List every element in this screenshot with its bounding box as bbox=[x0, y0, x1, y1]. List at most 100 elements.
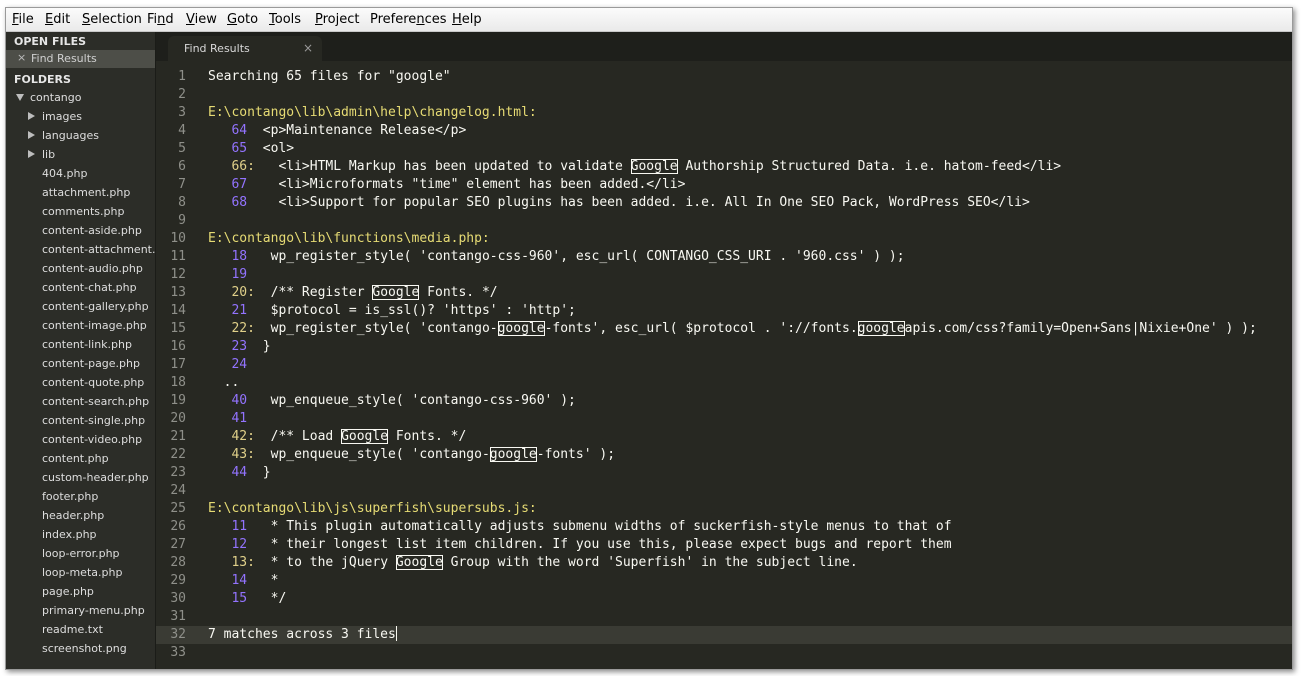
editor-line[interactable]: 11 18 wp_register_style( 'contango-css-9… bbox=[156, 248, 1292, 266]
file-item[interactable]: content-chat.php bbox=[42, 278, 137, 297]
editor-line[interactable]: 2 bbox=[156, 86, 1292, 104]
file-item[interactable]: primary-menu.php bbox=[42, 601, 145, 620]
search-match: Google bbox=[372, 285, 420, 300]
editor-line[interactable]: 25 E:\contango\lib\js\superfish\supersubs… bbox=[156, 500, 1292, 518]
file-item[interactable]: content-single.php bbox=[42, 411, 145, 430]
file-path[interactable]: E:\contango\lib\functions\media.php: bbox=[208, 231, 490, 246]
menu-view[interactable]: View bbox=[186, 11, 217, 28]
close-icon[interactable]: × bbox=[17, 51, 26, 64]
file-item[interactable]: content-image.php bbox=[42, 316, 147, 335]
editor-line[interactable]: 12 19 bbox=[156, 266, 1292, 284]
folder-label: lib bbox=[42, 148, 56, 161]
file-item[interactable]: content-page.php bbox=[42, 354, 140, 373]
menu-selection[interactable]: Selection bbox=[82, 11, 142, 28]
editor-line[interactable]: 9 bbox=[156, 212, 1292, 230]
code-editor[interactable]: 1 Searching 65 files for "google" 2 3 E:\con… bbox=[156, 61, 1292, 669]
editor-line[interactable]: 16 23 } bbox=[156, 338, 1292, 356]
code-text: Fonts. */ bbox=[388, 429, 467, 444]
chevron-right-icon[interactable] bbox=[28, 112, 35, 120]
line-content: 7 matches across 3 files bbox=[208, 626, 397, 644]
editor-line[interactable]: 19 40 wp_enqueue_style( 'contango-css-96… bbox=[156, 392, 1292, 410]
editor-line[interactable]: 14 21 $protocol = is_ssl()? 'https' : 'h… bbox=[156, 302, 1292, 320]
editor-line[interactable]: 8 68 <li>Support for popular SEO plugins… bbox=[156, 194, 1292, 212]
file-item[interactable]: content-audio.php bbox=[42, 259, 143, 278]
editor-line[interactable]: 20 41 bbox=[156, 410, 1292, 428]
editor-line[interactable]: 1 Searching 65 files for "google" bbox=[156, 68, 1292, 86]
menu-help[interactable]: Help bbox=[452, 11, 482, 28]
editor-line[interactable]: 31 bbox=[156, 608, 1292, 626]
line-content: Searching 65 files for "google" bbox=[208, 68, 451, 86]
file-item[interactable]: 404.php bbox=[42, 164, 87, 183]
file-item[interactable]: content-gallery.php bbox=[42, 297, 149, 316]
open-files-header: OPEN FILES bbox=[14, 35, 87, 48]
editor-line[interactable]: 13 20: /** Register Google Fonts. */ bbox=[156, 284, 1292, 302]
folders-header: FOLDERS bbox=[14, 73, 71, 86]
file-item[interactable]: content-aside.php bbox=[42, 221, 142, 240]
file-item[interactable]: content-quote.php bbox=[42, 373, 144, 392]
editor-line[interactable]: 5 65 <ol> bbox=[156, 140, 1292, 158]
menu-preferences[interactable]: Preferences bbox=[370, 11, 446, 28]
line-content: 40 wp_enqueue_style( 'contango-css-960' … bbox=[208, 392, 575, 410]
tab-find-results[interactable]: Find Results × bbox=[168, 36, 322, 61]
file-item[interactable]: content.php bbox=[42, 449, 109, 468]
editor-line[interactable]: 22 43: wp_enqueue_style( 'contango-googl… bbox=[156, 446, 1292, 464]
code-text: wp_enqueue_style( 'contango- bbox=[254, 447, 490, 462]
menu-project[interactable]: Project bbox=[315, 11, 360, 28]
editor-line[interactable]: 30 15 */ bbox=[156, 590, 1292, 608]
editor-line[interactable]: 24 bbox=[156, 482, 1292, 500]
file-item[interactable]: content-attachment.php bbox=[42, 240, 155, 259]
menu-edit[interactable]: Edit bbox=[45, 11, 70, 28]
editor-line[interactable]: 7 67 <li>Microformats "time" element has… bbox=[156, 176, 1292, 194]
match-line-number: 20: bbox=[208, 285, 255, 300]
editor-line[interactable]: 17 24 bbox=[156, 356, 1292, 374]
file-item[interactable]: loop-error.php bbox=[42, 544, 120, 563]
file-item[interactable]: content-video.php bbox=[42, 430, 142, 449]
file-path[interactable]: E:\contango\lib\admin\help\changelog.htm… bbox=[208, 105, 537, 120]
editor-line[interactable]: 28 13: * to the jQuery Google Group with… bbox=[156, 554, 1292, 572]
folder-lib[interactable]: lib bbox=[6, 145, 155, 164]
file-item[interactable]: footer.php bbox=[42, 487, 98, 506]
file-item[interactable]: index.php bbox=[42, 525, 97, 544]
file-item[interactable]: attachment.php bbox=[42, 183, 130, 202]
line-content: 23 } bbox=[208, 338, 270, 356]
file-item[interactable]: loop-meta.php bbox=[42, 563, 122, 582]
file-item[interactable]: comments.php bbox=[42, 202, 124, 221]
editor-line[interactable]: 4 64 <p>Maintenance Release</p> bbox=[156, 122, 1292, 140]
close-icon[interactable]: × bbox=[303, 41, 313, 55]
file-item[interactable]: content-link.php bbox=[42, 335, 132, 354]
file-item[interactable]: content-search.php bbox=[42, 392, 149, 411]
editor-line[interactable]: 32 7 matches across 3 files bbox=[156, 626, 1292, 644]
editor-line[interactable]: 10 E:\contango\lib\functions\media.php: bbox=[156, 230, 1292, 248]
chevron-right-icon[interactable] bbox=[28, 150, 35, 158]
editor-line[interactable]: 18 .. bbox=[156, 374, 1292, 392]
folder-languages[interactable]: languages bbox=[6, 126, 155, 145]
file-item[interactable]: custom-header.php bbox=[42, 468, 149, 487]
code-text: <li>Support for popular SEO plugins has … bbox=[247, 195, 1030, 210]
editor-line[interactable]: 21 42: /** Load Google Fonts. */ bbox=[156, 428, 1292, 446]
editor-line[interactable]: 15 22: wp_register_style( 'contango-goog… bbox=[156, 320, 1292, 338]
editor-line[interactable]: 23 44 } bbox=[156, 464, 1292, 482]
menu-tools[interactable]: Tools bbox=[269, 11, 301, 28]
menu-file[interactable]: File bbox=[12, 11, 34, 28]
line-content: 14 * bbox=[208, 572, 278, 590]
file-item[interactable]: screenshot.png bbox=[42, 639, 127, 658]
editor-line[interactable]: 29 14 * bbox=[156, 572, 1292, 590]
match-line-number: 42: bbox=[208, 429, 255, 444]
folder-images[interactable]: images bbox=[6, 107, 155, 126]
file-item[interactable]: readme.txt bbox=[42, 620, 103, 639]
chevron-right-icon[interactable] bbox=[28, 131, 35, 139]
editor-line[interactable]: 26 11 * This plugin automatically adjust… bbox=[156, 518, 1292, 536]
file-path[interactable]: E:\contango\lib\js\superfish\supersubs.j… bbox=[208, 501, 537, 516]
menu-find[interactable]: Find bbox=[147, 11, 174, 28]
editor-line[interactable]: 27 12 * their longest list item children… bbox=[156, 536, 1292, 554]
file-item[interactable]: page.php bbox=[42, 582, 94, 601]
gutter-line-number: 16 bbox=[170, 339, 186, 354]
file-item[interactable]: header.php bbox=[42, 506, 104, 525]
open-file-find-results[interactable]: × Find Results bbox=[6, 50, 155, 68]
editor-line[interactable]: 33 bbox=[156, 644, 1292, 662]
menu-goto[interactable]: Goto bbox=[227, 11, 258, 28]
editor-line[interactable]: 3 E:\contango\lib\admin\help\changelog.ht… bbox=[156, 104, 1292, 122]
chevron-down-icon[interactable] bbox=[16, 94, 24, 101]
editor-line[interactable]: 6 66: <li>HTML Markup has been updated t… bbox=[156, 158, 1292, 176]
line-content: E:\contango\lib\admin\help\changelog.htm… bbox=[208, 104, 537, 122]
